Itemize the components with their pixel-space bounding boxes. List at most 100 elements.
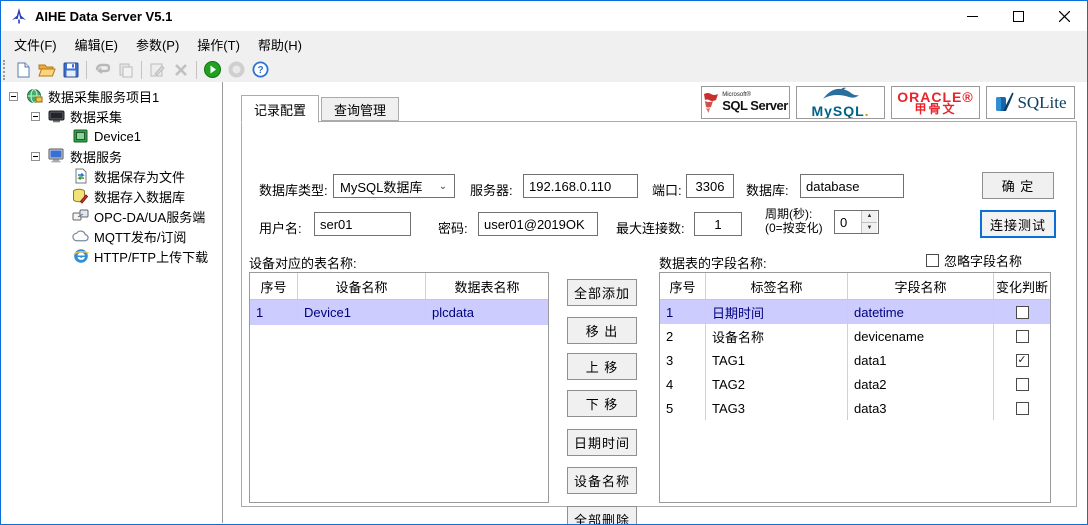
project-tree: 数据采集服务项目1数据采集 Device1 数据服务数据保存为文件数据存入数据库OP…	[3, 82, 223, 523]
http-icon	[72, 248, 89, 264]
tree-item-2[interactable]: Device1	[3, 126, 222, 146]
mysql-dot-text: .	[865, 103, 870, 119]
field-table-row[interactable]: 4TAG2data2	[660, 372, 1050, 396]
toolbar-grip[interactable]	[3, 60, 9, 80]
tree-expander-icon[interactable]	[9, 92, 18, 101]
spinner-up-icon[interactable]: ▲	[862, 211, 877, 223]
save-icon[interactable]	[59, 59, 83, 81]
server-input[interactable]	[523, 174, 638, 198]
action-button-6[interactable]: 全部删除	[567, 506, 637, 525]
field-table-row[interactable]: 2设备名称devicename	[660, 324, 1050, 348]
action-button-2[interactable]: 上 移	[567, 353, 637, 380]
oracle-name-text: ORACLE®	[897, 91, 973, 103]
menu-item-2[interactable]: 参数(P)	[127, 31, 188, 58]
properties-icon	[145, 59, 169, 81]
ignore-fields-checkbox[interactable]	[926, 254, 939, 267]
password-input[interactable]	[478, 212, 598, 236]
change-detect-checkbox[interactable]: ✓	[1016, 354, 1029, 367]
max-conn-label: 最大连接数:	[616, 218, 685, 237]
new-file-icon[interactable]	[11, 59, 35, 81]
help-icon[interactable]: ?	[248, 59, 272, 81]
period-label: 周期(秒):(0=按变化)	[765, 207, 823, 235]
tree-item-label: HTTP/FTP上传下载	[94, 247, 208, 266]
table-cell: data3	[848, 396, 994, 420]
device-table-caption: 设备对应的表名称:	[249, 253, 357, 272]
db-type-select[interactable]: MySQL数据库 ⌄	[333, 174, 455, 198]
action-button-3[interactable]: 下 移	[567, 390, 637, 417]
field-table-caption: 数据表的字段名称:	[659, 253, 767, 272]
close-button[interactable]	[1041, 1, 1087, 31]
username-input[interactable]	[314, 212, 411, 236]
spinner-down-icon[interactable]: ▼	[862, 223, 877, 234]
device-table-row[interactable]: 1Device1plcdata	[250, 300, 548, 325]
menu-item-4[interactable]: 帮助(H)	[249, 31, 311, 58]
title-bar: AIHE Data Server V5.1	[1, 1, 1087, 31]
tab-strip: 记录配置查询管理	[241, 95, 401, 123]
ignore-fields-checkbox-row[interactable]: 忽略字段名称	[926, 251, 1022, 270]
table-cell: 3	[660, 348, 706, 372]
field-table-row[interactable]: 3TAG1data1✓	[660, 348, 1050, 372]
username-label: 用户名:	[259, 218, 302, 237]
tree-item-label: Device1	[94, 129, 141, 144]
table-cell: 设备名称	[706, 324, 848, 348]
port-input[interactable]	[686, 174, 734, 198]
field-table-row[interactable]: 5TAG3data3	[660, 396, 1050, 420]
connect-test-button[interactable]: 连接测试	[980, 210, 1056, 238]
tree-item-0[interactable]: 数据采集服务项目1	[3, 86, 222, 106]
tab-0[interactable]: 记录配置	[241, 95, 319, 123]
toolbar-separator	[196, 61, 197, 79]
svg-text:?: ?	[257, 65, 263, 76]
oracle-logo: ORACLE® 甲骨文	[891, 86, 980, 119]
tree-item-6[interactable]: OPC-DA/UA服务端	[3, 206, 222, 226]
tree-item-8[interactable]: HTTP/FTP上传下载	[3, 246, 222, 266]
tree-item-5[interactable]: 数据存入数据库	[3, 186, 222, 206]
tree-item-1[interactable]: 数据采集	[3, 106, 222, 126]
column-header: 序号	[250, 273, 298, 299]
sqlserver-name-text: SQL Server	[722, 98, 788, 113]
column-header: 设备名称	[298, 273, 426, 299]
menu-item-3[interactable]: 操作(T)	[188, 31, 249, 58]
app-window: AIHE Data Server V5.1 文件(F)编辑(E)参数(P)操作(…	[0, 0, 1088, 525]
period-input[interactable]	[835, 211, 861, 233]
action-button-0[interactable]: 全部添加	[567, 279, 637, 306]
table-cell	[994, 300, 1050, 324]
start-icon[interactable]	[200, 59, 224, 81]
table-cell: data2	[848, 372, 994, 396]
tree-item-4[interactable]: 数据保存为文件	[3, 166, 222, 186]
tree-item-3[interactable]: 数据服务	[3, 146, 222, 166]
menu-item-1[interactable]: 编辑(E)	[66, 31, 127, 58]
open-file-icon[interactable]	[35, 59, 59, 81]
field-table: 序号标签名称字段名称变化判断1日期时间datetime2设备名称devicena…	[659, 272, 1051, 503]
undo-icon	[90, 59, 114, 81]
action-button-1[interactable]: 移 出	[567, 317, 637, 344]
tab-1[interactable]: 查询管理	[321, 97, 399, 121]
change-detect-checkbox[interactable]	[1016, 330, 1029, 343]
ok-button[interactable]: 确 定	[982, 172, 1054, 199]
minimize-button[interactable]	[949, 1, 995, 31]
max-conn-input[interactable]	[694, 212, 742, 236]
tree-item-label: MQTT发布/订阅	[94, 227, 186, 246]
action-button-4[interactable]: 日期时间	[567, 429, 637, 456]
table-cell: 1	[660, 300, 706, 324]
toolbar: ?	[1, 57, 1087, 82]
tree-item-7[interactable]: MQTT发布/订阅	[3, 226, 222, 246]
table-cell: TAG2	[706, 372, 848, 396]
tree-expander-icon[interactable]	[31, 112, 40, 121]
table-cell: Device1	[298, 300, 426, 325]
column-header: 字段名称	[848, 273, 994, 299]
action-button-5[interactable]: 设备名称	[567, 467, 637, 494]
tree-expander-icon[interactable]	[31, 152, 40, 161]
change-detect-checkbox[interactable]	[1016, 378, 1029, 391]
field-table-row[interactable]: 1日期时间datetime	[660, 300, 1050, 324]
tree-item-label: 数据保存为文件	[94, 167, 185, 186]
menu-item-0[interactable]: 文件(F)	[5, 31, 66, 58]
period-spinner[interactable]: ▲ ▼	[834, 210, 879, 234]
change-detect-checkbox[interactable]	[1016, 402, 1029, 415]
maximize-button[interactable]	[995, 1, 1041, 31]
change-detect-checkbox[interactable]	[1016, 306, 1029, 319]
database-input[interactable]	[800, 174, 904, 198]
database-label: 数据库:	[746, 180, 789, 199]
db-type-label: 数据库类型:	[259, 180, 328, 199]
mysql-logo: MySQL.	[796, 86, 885, 119]
table-cell: 4	[660, 372, 706, 396]
